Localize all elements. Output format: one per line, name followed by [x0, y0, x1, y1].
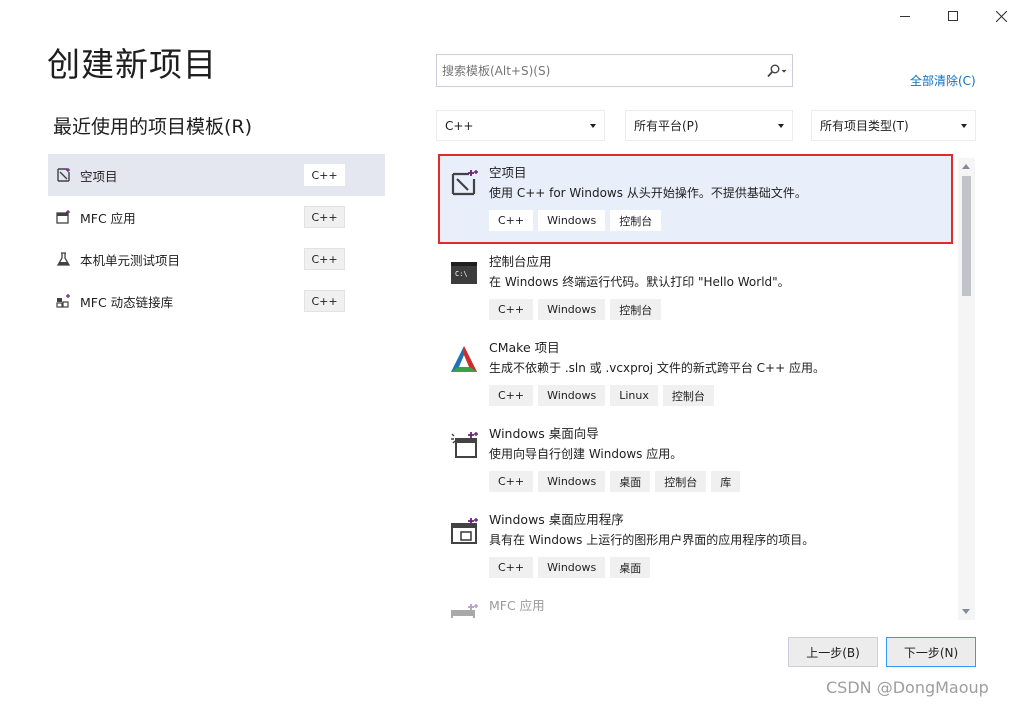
recent-templates-list: 空项目 C++ MFC 应用 C++ 本机单元测试项目 C++ MFC 动态链接… — [48, 154, 385, 322]
tag: Linux — [610, 385, 658, 406]
search-icon — [767, 64, 787, 77]
tag: C++ — [489, 471, 534, 492]
tag: Windows — [538, 471, 606, 492]
tag: 控制台 — [655, 471, 707, 492]
tag: 桌面 — [610, 557, 651, 578]
template-tags: C++ Windows 桌面 控制台 库 — [489, 471, 953, 492]
recent-item-label: 空项目 — [80, 168, 118, 184]
chevron-down-icon — [778, 124, 784, 128]
page-title: 创建新项目 — [47, 45, 217, 84]
template-title: 空项目 — [489, 165, 527, 180]
language-tag: C++ — [304, 248, 345, 270]
chevron-down-icon — [590, 124, 596, 128]
template-title: Windows 桌面应用程序 — [489, 512, 624, 527]
template-item-desktop-app[interactable]: Windows 桌面应用程序 具有在 Windows 上运行的图形用户界面的应用… — [438, 502, 953, 588]
template-search — [436, 54, 793, 87]
template-item-mfc-app[interactable]: MFC 应用 — [438, 588, 953, 618]
desktop-wizard-icon — [451, 432, 478, 458]
template-item-desktop-wizard[interactable]: Windows 桌面向导 使用向导自行创建 Windows 应用。 C++ Wi… — [438, 416, 953, 502]
tag: C++ — [489, 385, 534, 406]
tag: Windows — [538, 299, 606, 320]
template-list-scrollbar[interactable] — [958, 158, 975, 620]
scrollbar-thumb[interactable] — [962, 176, 971, 296]
template-title: Windows 桌面向导 — [489, 426, 599, 441]
watermark: CSDN @DongMaoup — [826, 678, 989, 697]
template-title: MFC 应用 — [489, 598, 545, 613]
template-title: 控制台应用 — [489, 254, 552, 269]
platform-filter-value: 所有平台(P) — [634, 119, 699, 133]
recent-item-label: 本机单元测试项目 — [80, 252, 181, 268]
project-type-filter-value: 所有项目类型(T) — [820, 119, 909, 133]
recent-item-label: MFC 应用 — [80, 210, 136, 226]
recent-item-mfc-app[interactable]: MFC 应用 C++ — [48, 196, 385, 238]
tag: 控制台 — [610, 210, 662, 231]
language-filter-value: C++ — [445, 118, 474, 133]
project-type-filter-dropdown[interactable]: 所有项目类型(T) — [811, 110, 976, 141]
recent-templates-heading: 最近使用的项目模板(R) — [53, 116, 253, 138]
template-description: 使用 C++ for Windows 从头开始操作。不提供基础文件。 — [489, 186, 807, 200]
tag: Windows — [538, 385, 606, 406]
recent-item-empty-project[interactable]: 空项目 C++ — [48, 154, 385, 196]
desktop-app-icon — [451, 518, 478, 544]
close-button[interactable] — [978, 0, 1024, 32]
minimize-icon — [900, 15, 910, 17]
tag: Windows — [538, 557, 606, 578]
console-app-icon: C:\ — [451, 262, 477, 284]
template-description: 具有在 Windows 上运行的图形用户界面的应用程序的项目。 — [489, 533, 815, 547]
language-filter-dropdown[interactable]: C++ — [436, 110, 605, 141]
cmake-icon — [451, 346, 477, 372]
tag: Windows — [538, 210, 606, 231]
close-icon — [995, 10, 1007, 22]
next-button[interactable]: 下一步(N) — [886, 637, 976, 667]
recent-item-mfc-dll[interactable]: MFC 动态链接库 C++ — [48, 280, 385, 322]
template-description: 使用向导自行创建 Windows 应用。 — [489, 447, 683, 461]
mfc-dll-icon — [56, 293, 72, 309]
search-input[interactable] — [437, 55, 762, 86]
chevron-down-icon — [961, 124, 967, 128]
scroll-up-icon[interactable] — [962, 164, 970, 169]
previous-button[interactable]: 上一步(B) — [788, 637, 878, 667]
template-description: 在 Windows 终端运行代码。默认打印 "Hello World"。 — [489, 275, 790, 289]
template-tags: C++ Windows Linux 控制台 — [489, 385, 953, 406]
template-tags: C++ Windows 控制台 — [489, 210, 951, 231]
template-item-empty-project[interactable]: 空项目 使用 C++ for Windows 从头开始操作。不提供基础文件。 C… — [438, 154, 953, 244]
recent-item-unit-test[interactable]: 本机单元测试项目 C++ — [48, 238, 385, 280]
maximize-icon — [948, 11, 958, 21]
template-tags: C++ Windows 控制台 — [489, 299, 953, 320]
template-tags: C++ Windows 桌面 — [489, 557, 953, 578]
tag: C++ — [489, 557, 534, 578]
language-tag: C++ — [304, 164, 345, 186]
tag: C++ — [489, 299, 534, 320]
recent-item-label: MFC 动态链接库 — [80, 294, 174, 310]
template-list: 空项目 使用 C++ for Windows 从头开始操作。不提供基础文件。 C… — [438, 154, 953, 618]
tag: 库 — [711, 471, 741, 492]
template-item-cmake[interactable]: CMake 项目 生成不依赖于 .sln 或 .vcxproj 文件的新式跨平台… — [438, 330, 953, 416]
language-tag: C++ — [304, 290, 345, 312]
empty-project-icon — [451, 170, 478, 196]
template-item-console-app[interactable]: C:\ 控制台应用 在 Windows 终端运行代码。默认打印 "Hello W… — [438, 244, 953, 330]
clear-all-link[interactable]: 全部清除(C) — [910, 72, 976, 89]
tag: C++ — [489, 210, 534, 231]
maximize-button[interactable] — [930, 0, 976, 32]
minimize-button[interactable] — [882, 0, 928, 32]
search-button[interactable] — [762, 55, 792, 86]
mfc-app-icon — [451, 604, 478, 618]
empty-project-icon — [56, 167, 72, 183]
template-description: 生成不依赖于 .sln 或 .vcxproj 文件的新式跨平台 C++ 应用。 — [489, 361, 825, 375]
mfc-app-icon — [56, 209, 72, 225]
tag: 桌面 — [610, 471, 651, 492]
template-title: CMake 项目 — [489, 340, 560, 355]
tag: 控制台 — [662, 385, 714, 406]
svg-text:C:\: C:\ — [455, 270, 468, 278]
scroll-down-icon[interactable] — [962, 609, 970, 614]
platform-filter-dropdown[interactable]: 所有平台(P) — [625, 110, 793, 141]
language-tag: C++ — [304, 206, 345, 228]
unit-test-icon — [56, 251, 72, 267]
tag: 控制台 — [610, 299, 662, 320]
